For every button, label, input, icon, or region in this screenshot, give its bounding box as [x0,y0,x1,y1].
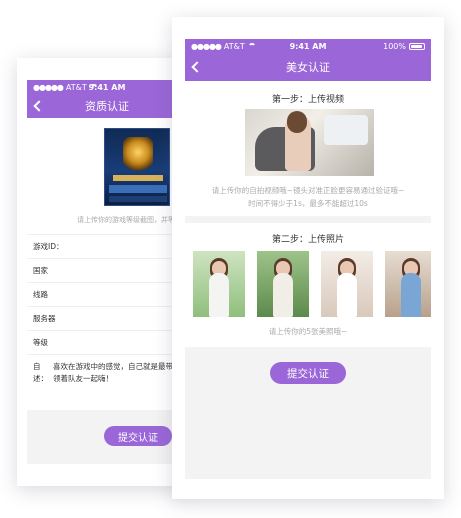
submit-button[interactable]: 提交认证 [270,362,346,384]
battery-percent: 100% [383,41,406,51]
uploaded-video-thumbnail[interactable] [245,109,374,176]
qualification-form: 游戏ID： 国家 线路 服务器 等级 [27,234,187,355]
step2-title: 第二步：上传照片 [271,235,344,245]
server-field[interactable]: 服务器 [27,307,187,331]
rank-emblem [123,137,153,171]
game-id-field[interactable]: 游戏ID： [27,235,187,259]
bio-field[interactable]: 自述： 喜欢在游戏中的感觉，自己就是最带领着队友一起嗨！ [33,361,183,385]
route-field[interactable]: 线路 [27,283,187,307]
battery-icon [409,42,425,50]
beauty-verification-screen: ●●●●● AT&T 9:41 AM 100% 美女认证 第一步：上传视频 请上… [172,17,444,499]
page-title: 资质认证 [85,100,129,113]
status-time: 9:41 AM [88,82,126,92]
video-hint: 请上传你的自拍视频哦~镜头对准正脸更容易通过验证哦~ 时间不得少于1s，最多不能… [185,184,431,210]
status-bar: ●●●●● AT&T 9:41 AM [27,80,187,94]
country-field[interactable]: 国家 [27,259,187,283]
status-bar: ●●●●● AT&T 9:41 AM 100% [185,39,431,53]
section-divider [185,216,431,223]
uploaded-photo[interactable] [257,251,309,317]
video-hint-line1: 请上传你的自拍视频哦~镜头对准正脸更容易通过验证哦~ [211,186,405,195]
nav-bar: 美女认证 [185,53,431,81]
field-label: 线路 [33,290,48,299]
game-level-screenshot[interactable] [104,128,170,206]
header: ●●●●● AT&T 9:41 AM 100% 美女认证 [185,39,431,81]
field-label: 国家 [33,266,48,275]
uploaded-photo[interactable] [321,251,373,317]
back-arrow-icon[interactable] [191,61,203,73]
step1-title: 第一步：上传视频 [271,95,344,105]
field-label: 等级 [33,338,48,347]
photo-hint: 请上传你的5张美照哦~ [268,327,348,336]
nav-bar: 资质认证 [27,94,187,118]
header: ●●●●● AT&T 9:41 AM 资质认证 [27,80,187,118]
upload-hint: 请上传你的游戏等级截图，并等 [77,216,175,224]
video-hint-line2: 时间不得少于1s，最多不能超过10s [248,199,368,208]
level-field[interactable]: 等级 [27,331,187,355]
field-label: 游戏ID： [33,242,64,251]
bio-label: 自述： [33,362,48,383]
bio-text: 喜欢在游戏中的感觉，自己就是最带领着队友一起嗨！ [53,362,173,383]
qualification-screen: ●●●●● AT&T 9:41 AM 资质认证 请上传你的游戏等级截图，并等 游… [17,58,187,486]
back-arrow-icon[interactable] [33,100,45,112]
uploaded-photo[interactable] [385,251,431,317]
submit-button[interactable]: 提交认证 [104,426,172,446]
uploaded-photo[interactable] [193,251,245,317]
page-title: 美女认证 [286,61,330,74]
field-label: 服务器 [33,314,56,323]
